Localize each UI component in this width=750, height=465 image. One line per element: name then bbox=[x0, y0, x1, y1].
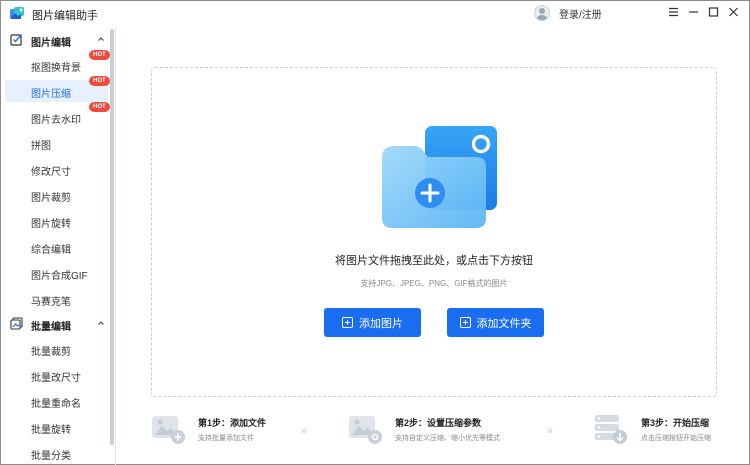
title-bar: 图片编辑助手 登录/注册 bbox=[1, 1, 749, 27]
batch-edit-icon bbox=[10, 317, 23, 330]
add-folder-button[interactable]: 添加文件夹 bbox=[447, 308, 544, 337]
sidebar-group-image-edit[interactable]: 图片编辑 bbox=[1, 29, 113, 51]
add-image-icon bbox=[152, 416, 185, 444]
sidebar-group-batch-edit[interactable]: 批量编辑 bbox=[1, 313, 113, 335]
sidebar-item-collage[interactable]: 拼图 bbox=[5, 132, 108, 154]
sidebar-item-label: 图片压缩 bbox=[31, 89, 71, 100]
drop-zone-hint: 支持JPG、JPEG、PNG、GIF格式的图片 bbox=[360, 279, 508, 288]
sidebar-item-label: 图片去水印 bbox=[31, 115, 81, 126]
window-controls bbox=[665, 4, 741, 20]
login-area[interactable]: 登录/注册 bbox=[534, 5, 602, 21]
sidebar-item-label: 批量分类 bbox=[31, 451, 71, 462]
sidebar-item-general-edit[interactable]: 综合编辑 bbox=[5, 236, 108, 258]
sidebar-item-batch-rename[interactable]: 批量重命名 bbox=[5, 390, 108, 412]
sidebar-item-crop[interactable]: 图片裁剪 bbox=[5, 184, 108, 206]
sidebar-item-label: 抠图换背景 bbox=[31, 63, 81, 74]
sidebar-item-label: 批量改尺寸 bbox=[31, 373, 81, 384]
sidebar-item-label: 修改尺寸 bbox=[31, 167, 71, 178]
step-title: 第1步：添加文件 bbox=[198, 418, 267, 428]
menu-icon[interactable] bbox=[665, 4, 681, 20]
sidebar-item-batch-classify[interactable]: 批量分类 bbox=[5, 442, 108, 464]
sidebar-item-batch-rotate[interactable]: 批量旋转 bbox=[5, 416, 108, 438]
plus-square-icon bbox=[459, 317, 471, 328]
drop-zone-title: 将图片文件拖拽至此处，或点击下方按钮 bbox=[335, 255, 533, 267]
app-title: 图片编辑助手 bbox=[32, 10, 98, 22]
sidebar-item-cutout-background[interactable]: 抠图换背景 HOT bbox=[5, 50, 110, 76]
sidebar-item-label: 批量重命名 bbox=[31, 399, 81, 410]
step-title: 第3步：开始压缩 bbox=[641, 418, 710, 428]
sidebar-item-batch-crop[interactable]: 批量裁剪 bbox=[5, 338, 108, 360]
hot-badge: HOT bbox=[89, 76, 110, 86]
sidebar-item-rotate[interactable]: 图片旋转 bbox=[5, 210, 108, 232]
sidebar-item-label: 马赛克笔 bbox=[31, 297, 71, 308]
close-icon[interactable] bbox=[725, 4, 741, 20]
chevron-up-icon[interactable] bbox=[97, 35, 105, 43]
sidebar-item-resize[interactable]: 修改尺寸 bbox=[5, 158, 108, 180]
hot-badge: HOT bbox=[89, 50, 110, 60]
sidebar-scrollbar[interactable] bbox=[110, 29, 114, 445]
folder-add-icon bbox=[382, 126, 497, 228]
avatar-icon[interactable] bbox=[534, 5, 550, 21]
sidebar-item-mosaic-pen[interactable]: 马赛克笔 bbox=[5, 288, 108, 310]
add-image-button[interactable]: 添加图片 bbox=[324, 308, 421, 337]
sidebar-item-label: 批量旋转 bbox=[31, 425, 71, 436]
sidebar: 图片编辑 抠图换背景 HOT 图片压缩 HOT 图片去水印 HOT 拼图 修改尺… bbox=[1, 27, 116, 465]
hot-badge: HOT bbox=[89, 102, 110, 112]
chevron-up-icon[interactable] bbox=[97, 319, 105, 327]
app-logo-icon bbox=[10, 7, 24, 19]
app-window: 图片编辑助手 登录/注册 图片编辑 抠图换背景 HOT 图片压缩 HOT 图片去… bbox=[0, 0, 750, 465]
image-settings-icon bbox=[349, 416, 382, 444]
plus-square-icon bbox=[342, 317, 353, 328]
sidebar-item-remove-watermark[interactable]: 图片去水印 HOT bbox=[5, 102, 110, 128]
sidebar-item-make-gif[interactable]: 图片合成GIF bbox=[5, 262, 108, 284]
sidebar-item-label: 图片合成GIF bbox=[31, 271, 88, 282]
step-desc: 点击压缩按钮开始压缩 bbox=[641, 435, 711, 442]
step-arrow-icon: » bbox=[547, 425, 553, 437]
sidebar-item-image-compress[interactable]: 图片压缩 HOT bbox=[5, 76, 110, 102]
sidebar-item-label: 图片旋转 bbox=[31, 219, 71, 230]
sidebar-item-label: 综合编辑 bbox=[31, 245, 71, 256]
step-desc: 支持批量添加文件 bbox=[198, 435, 254, 442]
step-desc: 支持自定义压缩、缩小优先等模式 bbox=[395, 435, 500, 442]
sidebar-item-label: 图片裁剪 bbox=[31, 193, 71, 204]
step-arrow-icon: » bbox=[301, 425, 307, 437]
login-register-link[interactable]: 登录/注册 bbox=[559, 6, 602, 21]
sidebar-item-batch-resize[interactable]: 批量改尺寸 bbox=[5, 364, 108, 386]
sidebar-group-label: 图片编辑 bbox=[31, 38, 71, 49]
sidebar-item-label: 批量裁剪 bbox=[31, 347, 71, 358]
add-folder-button-label: 添加文件夹 bbox=[476, 317, 532, 330]
edit-checkbox-icon bbox=[10, 34, 23, 46]
minimize-icon[interactable] bbox=[685, 4, 701, 20]
file-drop-zone[interactable]: 将图片文件拖拽至此处，或点击下方按钮 支持JPG、JPEG、PNG、GIF格式的… bbox=[151, 67, 717, 397]
add-image-button-label: 添加图片 bbox=[359, 317, 403, 330]
sidebar-group-label: 批量编辑 bbox=[31, 322, 71, 333]
step-title: 第2步：设置压缩参数 bbox=[395, 418, 482, 428]
sidebar-item-label: 拼图 bbox=[31, 141, 51, 152]
maximize-icon[interactable] bbox=[705, 4, 721, 20]
server-download-icon bbox=[595, 415, 627, 444]
